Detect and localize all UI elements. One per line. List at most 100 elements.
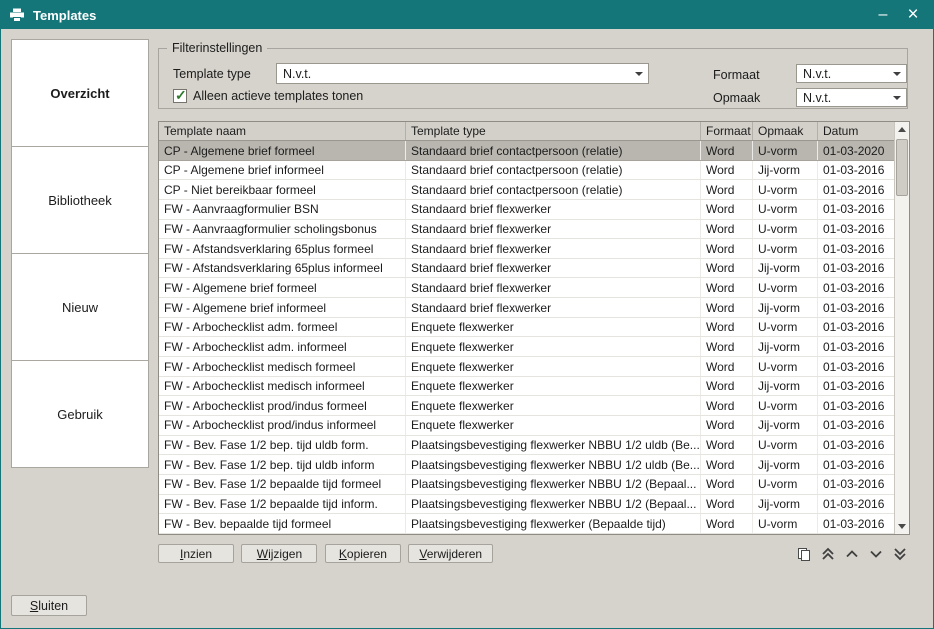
table-cell: Enquete flexwerker <box>406 318 701 337</box>
table-row[interactable]: FW - Arbochecklist prod/indus formeelEnq… <box>159 396 894 416</box>
table-row[interactable]: CP - Niet bereikbaar formeelStandaard br… <box>159 180 894 200</box>
table-row[interactable]: FW - Arbochecklist adm. informeelEnquete… <box>159 337 894 357</box>
close-icon[interactable]: × <box>901 4 925 26</box>
table-cell: Word <box>701 475 753 494</box>
table-cell: 01-03-2016 <box>818 337 894 356</box>
templates-table: Template naamTemplate typeFormaatOpmaakD… <box>158 121 910 535</box>
kopieren-button[interactable]: Kopieren <box>325 544 401 563</box>
table-row[interactable]: FW - Arbochecklist medisch formeelEnquet… <box>159 357 894 377</box>
column-header[interactable]: Template naam <box>159 122 406 140</box>
table-row[interactable]: FW - Afstandsverklaring 65plus informeel… <box>159 259 894 279</box>
table-cell: 01-03-2016 <box>818 396 894 415</box>
inzien-button[interactable]: Inzien <box>158 544 234 563</box>
scrollbar-thumb[interactable] <box>896 139 908 196</box>
sidebar-item-overzicht[interactable]: Overzicht <box>11 39 149 147</box>
chevron-down-icon <box>893 72 901 80</box>
table-cell: Word <box>701 180 753 199</box>
table-cell: CP - Niet bereikbaar formeel <box>159 180 406 199</box>
double-chevron-down-icon <box>893 547 907 561</box>
table-cell: 01-03-2016 <box>818 220 894 239</box>
template-type-label: Template type <box>173 67 251 81</box>
sidebar-item-label: Bibliotheek <box>48 193 112 208</box>
table-row[interactable]: FW - Arbochecklist prod/indus informeelE… <box>159 416 894 436</box>
table-cell: Word <box>701 416 753 435</box>
template-type-select[interactable]: N.v.t. <box>276 63 649 84</box>
table-row[interactable]: FW - Arbochecklist medisch informeelEnqu… <box>159 377 894 397</box>
column-header[interactable]: Template type <box>406 122 701 140</box>
table-row[interactable]: FW - Bev. Fase 1/2 bep. tijd uldb form.P… <box>159 436 894 456</box>
active-templates-checkbox[interactable] <box>173 89 187 103</box>
column-header[interactable]: Formaat <box>701 122 753 140</box>
table-cell: FW - Bev. Fase 1/2 bep. tijd uldb inform <box>159 455 406 474</box>
table-row[interactable]: CP - Algemene brief formeelStandaard bri… <box>159 141 894 161</box>
table-cell: Word <box>701 514 753 533</box>
formaat-select[interactable]: N.v.t. <box>796 64 907 83</box>
table-cell: U-vorm <box>753 239 818 258</box>
table-row[interactable]: FW - Afstandsverklaring 65plus formeelSt… <box>159 239 894 259</box>
table-cell: Word <box>701 436 753 455</box>
table-cell: FW - Bev. bepaalde tijd formeel <box>159 514 406 533</box>
table-cell: FW - Algemene brief formeel <box>159 278 406 297</box>
sidebar-item-bibliotheek[interactable]: Bibliotheek <box>11 146 149 254</box>
table-cell: Plaatsingsbevestiging flexwerker NBBU 1/… <box>406 495 701 514</box>
table-row[interactable]: CP - Algemene brief informeelStandaard b… <box>159 161 894 181</box>
table-cell: Standaard brief flexwerker <box>406 259 701 278</box>
action-row: Inzien Wijzigen Kopieren Verwijderen <box>158 544 910 564</box>
sidebar-item-nieuw[interactable]: Nieuw <box>11 253 149 361</box>
table-cell: Standaard brief flexwerker <box>406 200 701 219</box>
table-row[interactable]: FW - Aanvraagformulier BSNStandaard brie… <box>159 200 894 220</box>
table-cell: FW - Arbochecklist adm. formeel <box>159 318 406 337</box>
table-cell: FW - Arbochecklist medisch formeel <box>159 357 406 376</box>
table-cell: U-vorm <box>753 180 818 199</box>
previous-record-button[interactable] <box>844 546 860 562</box>
table-row[interactable]: FW - Algemene brief formeelStandaard bri… <box>159 278 894 298</box>
next-record-button[interactable] <box>868 546 884 562</box>
table-cell: CP - Algemene brief formeel <box>159 141 406 160</box>
table-cell: FW - Afstandsverklaring 65plus formeel <box>159 239 406 258</box>
table-cell: Word <box>701 377 753 396</box>
table-cell: FW - Afstandsverklaring 65plus informeel <box>159 259 406 278</box>
minimize-icon[interactable]: – <box>871 4 895 26</box>
table-cell: U-vorm <box>753 396 818 415</box>
table-cell: 01-03-2016 <box>818 239 894 258</box>
table-scrollbar[interactable] <box>894 122 909 534</box>
table-row[interactable]: FW - Bev. Fase 1/2 bepaalde tijd formeel… <box>159 475 894 495</box>
table-cell: Enquete flexwerker <box>406 416 701 435</box>
table-cell: Plaatsingsbevestiging flexwerker NBBU 1/… <box>406 455 701 474</box>
table-cell: 01-03-2016 <box>818 200 894 219</box>
table-row[interactable]: FW - Aanvraagformulier scholingsbonusSta… <box>159 220 894 240</box>
table-cell: Word <box>701 495 753 514</box>
column-header[interactable]: Datum <box>818 122 894 140</box>
table-cell: FW - Aanvraagformulier scholingsbonus <box>159 220 406 239</box>
table-row[interactable]: FW - Bev. bepaalde tijd formeelPlaatsing… <box>159 514 894 534</box>
table-row[interactable]: FW - Bev. Fase 1/2 bep. tijd uldb inform… <box>159 455 894 475</box>
column-header[interactable]: Opmaak <box>753 122 818 140</box>
verwijderen-button[interactable]: Verwijderen <box>408 544 493 563</box>
table-cell: Enquete flexwerker <box>406 337 701 356</box>
table-row[interactable]: FW - Bev. Fase 1/2 bepaalde tijd inform.… <box>159 495 894 515</box>
sidebar-item-gebruik[interactable]: Gebruik <box>11 360 149 468</box>
table-cell: Jij-vorm <box>753 298 818 317</box>
last-record-button[interactable] <box>892 546 908 562</box>
table-cell: FW - Arbochecklist prod/indus informeel <box>159 416 406 435</box>
scroll-down-icon[interactable] <box>895 519 909 534</box>
sluiten-button[interactable]: Sluiten <box>11 595 87 616</box>
opmaak-select[interactable]: N.v.t. <box>796 88 907 107</box>
chevron-down-icon <box>635 72 643 80</box>
template-type-value: N.v.t. <box>283 67 311 81</box>
copy-record-button[interactable] <box>796 546 812 562</box>
opmaak-label: Opmaak <box>713 91 760 105</box>
scroll-up-icon[interactable] <box>895 122 909 137</box>
filter-group-legend: Filterinstellingen <box>167 41 267 55</box>
table-cell: Standaard brief flexwerker <box>406 239 701 258</box>
copy-icon <box>797 547 811 561</box>
first-record-button[interactable] <box>820 546 836 562</box>
table-cell: FW - Arbochecklist adm. informeel <box>159 337 406 356</box>
active-templates-label: Alleen actieve templates tonen <box>193 89 363 103</box>
table-cell: U-vorm <box>753 475 818 494</box>
table-row[interactable]: FW - Arbochecklist adm. formeelEnquete f… <box>159 318 894 338</box>
wijzigen-button[interactable]: Wijzigen <box>241 544 317 563</box>
table-cell: 01-03-2016 <box>818 436 894 455</box>
table-cell: Word <box>701 337 753 356</box>
table-row[interactable]: FW - Algemene brief informeelStandaard b… <box>159 298 894 318</box>
